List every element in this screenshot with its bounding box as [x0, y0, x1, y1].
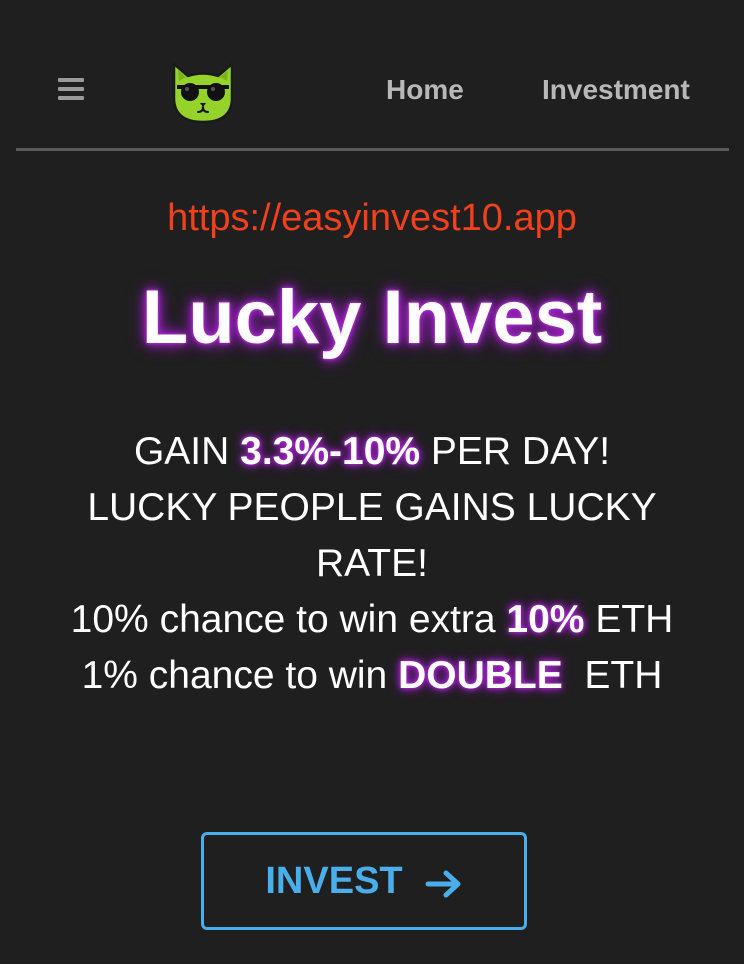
invest-button-label: INVEST [265, 859, 403, 902]
invest-button[interactable]: INVEST [201, 832, 527, 930]
extra-chance-pre: 10% chance to win extra [70, 598, 507, 641]
navbar: Home Investment [0, 0, 744, 150]
page: Home Investment https://easyinvest10.app… [0, 0, 744, 964]
extra-percent-highlight: 10% [506, 598, 585, 641]
lucky-people-line: LUCKY PEOPLE GAINS LUCKY [87, 486, 657, 529]
double-highlight: DOUBLE [398, 654, 563, 697]
double-chance-post: ETH [562, 654, 663, 697]
arrow-right-icon [425, 866, 463, 898]
page-title: Lucky Invest [141, 275, 603, 360]
header-divider [16, 148, 729, 151]
nav-home-link[interactable]: Home [386, 70, 464, 110]
gain-line: GAIN 3.3%-10% PER DAY! [0, 424, 744, 480]
double-chance-line: 1% chance to win DOUBLE ETH [0, 648, 744, 704]
double-chance-pre: 1% chance to win [81, 654, 399, 697]
extra-chance-post: ETH [584, 598, 674, 641]
nav-investment-link[interactable]: Investment [542, 70, 690, 110]
rate-line: RATE! [316, 542, 428, 585]
extra-chance-line: 10% chance to win extra 10% ETH [0, 592, 744, 648]
gain-line-pre: GAIN [133, 430, 241, 473]
promo-text: GAIN 3.3%-10% PER DAY! LUCKY PEOPLE GAIN… [0, 424, 744, 704]
nav-links: Home Investment [0, 70, 744, 110]
gain-line-post: PER DAY! [420, 430, 611, 473]
site-url: https://easyinvest10.app [167, 197, 577, 239]
gain-rate-highlight: 3.3%-10% [240, 430, 421, 473]
